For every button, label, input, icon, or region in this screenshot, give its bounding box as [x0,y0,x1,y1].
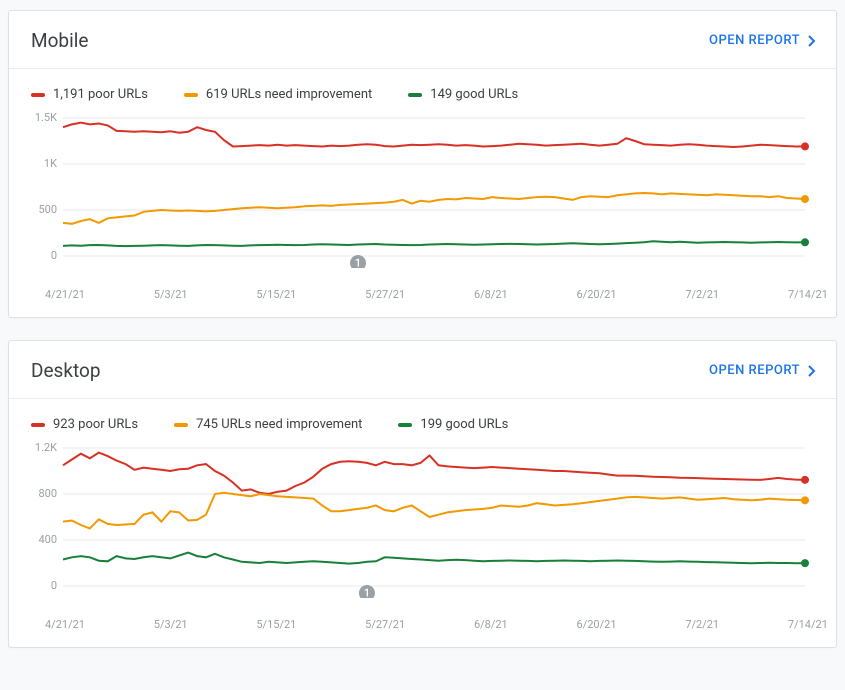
annotation-badge-label: 1 [364,587,370,599]
chart-wrap: 0 400 800 1.2K 1 [9,438,836,610]
card-header: Mobile OPEN REPORT [9,11,836,68]
card-header: Desktop OPEN REPORT [9,341,836,398]
series-end-dot-needs [801,496,809,504]
x-tick-label: 6/20/21 [577,288,617,301]
series-end-dot-good [801,559,809,567]
chevron-right-icon [808,365,816,377]
legend-swatch [408,93,422,97]
card-desktop: Desktop OPEN REPORT 923 poor URLs 745 URLs … [8,340,837,648]
x-tick-label: 7/2/21 [685,288,719,301]
x-tick-label: 6/8/21 [474,288,508,301]
legend-label: 149 good URLs [430,87,518,102]
series-good [63,241,805,246]
x-tick-label: 5/27/21 [365,618,405,631]
x-tick-row: 4/21/21 5/3/21 5/15/21 5/27/21 6/8/21 6/20/21… [9,610,836,647]
legend-item-needs: 745 URLs need improvement [174,417,362,432]
card-mobile: Mobile OPEN REPORT 1,191 poor URLs 619 URLs… [8,10,837,318]
x-tick-label: 6/20/21 [577,618,617,631]
x-tick-label: 7/14/21 [788,288,828,301]
chart-legend: 1,191 poor URLs 619 URLs need improvement… [9,69,836,108]
y-tick-label: 800 [38,487,57,500]
y-tick-label: 400 [38,533,57,546]
series-end-dot-good [801,238,809,246]
x-tick-row: 4/21/21 5/3/21 5/15/21 5/27/21 6/8/21 6/20/21… [9,280,836,317]
legend-item-poor: 1,191 poor URLs [31,87,148,102]
legend-label: 619 URLs need improvement [206,87,372,102]
legend-swatch [184,93,198,97]
x-tick-label: 6/8/21 [474,618,508,631]
series-needs [63,493,805,529]
legend-label: 923 poor URLs [53,417,138,432]
card-title: Mobile [31,29,88,52]
x-tick-label: 7/2/21 [685,618,719,631]
series-poor [63,453,805,494]
y-tick-label: 0 [51,249,57,262]
x-tick-label: 5/15/21 [256,618,296,631]
series-needs [63,193,805,224]
annotation-badge-label: 1 [355,257,361,269]
x-tick-label: 4/21/21 [45,618,85,631]
legend-label: 199 good URLs [420,417,508,432]
y-tick-label: 500 [38,203,57,216]
legend-item-poor: 923 poor URLs [31,417,138,432]
legend-swatch [398,423,412,427]
open-report-label: OPEN REPORT [709,33,800,48]
legend-item-needs: 619 URLs need improvement [184,87,372,102]
legend-swatch [31,423,45,427]
x-tick-label: 5/3/21 [154,618,188,631]
open-report-link[interactable]: OPEN REPORT [709,33,816,48]
x-tick-label: 5/15/21 [256,288,296,301]
chart-wrap: 0 500 1K 1.5K 1 [9,108,836,280]
legend-label: 745 URLs need improvement [196,417,362,432]
series-good [63,553,805,564]
y-tick-label: 0 [51,579,57,592]
y-tick-label: 1.2K [35,441,57,454]
series-end-dot-poor [801,476,809,484]
series-end-dot-needs [801,195,809,203]
series-end-dot-poor [801,142,809,150]
legend-item-good: 199 good URLs [398,417,508,432]
legend-swatch [31,93,45,97]
chart-plot: 0 500 1K 1.5K 1 [27,108,817,268]
legend-label: 1,191 poor URLs [53,87,148,102]
chart-legend: 923 poor URLs 745 URLs need improvement 19… [9,399,836,438]
x-tick-label: 5/3/21 [154,288,188,301]
chevron-right-icon [808,35,816,47]
y-tick-label: 1.5K [35,111,57,124]
series-poor [63,123,805,147]
open-report-link[interactable]: OPEN REPORT [709,363,816,378]
legend-swatch [174,423,188,427]
y-tick-label: 1K [44,157,57,170]
legend-item-good: 149 good URLs [408,87,518,102]
chart-plot: 0 400 800 1.2K 1 [27,438,817,598]
open-report-label: OPEN REPORT [709,363,800,378]
x-tick-label: 5/27/21 [365,288,405,301]
x-tick-label: 4/21/21 [45,288,85,301]
card-title: Desktop [31,359,101,382]
x-tick-label: 7/14/21 [788,618,828,631]
